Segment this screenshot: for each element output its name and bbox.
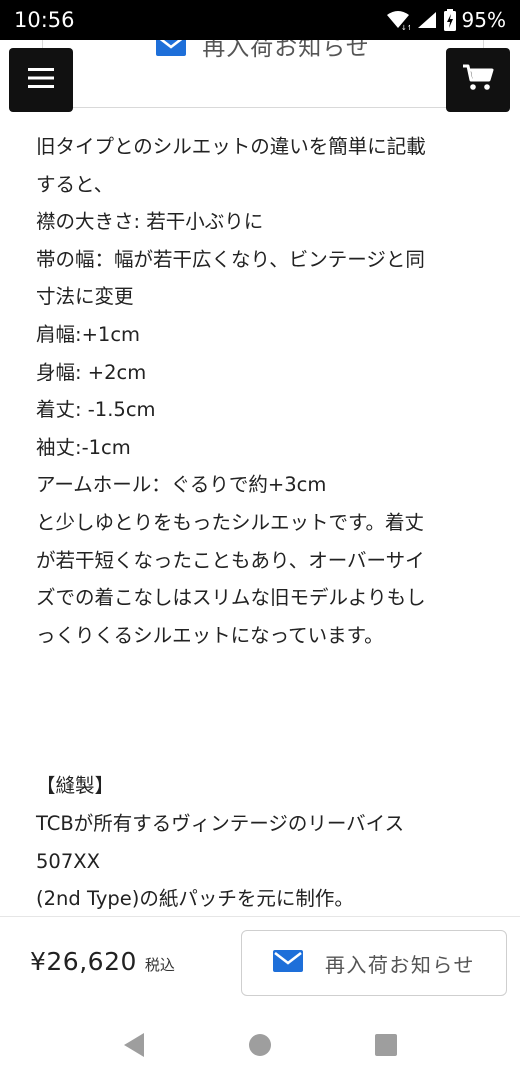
svg-text:↓↑: ↓↑ xyxy=(401,24,410,30)
description-line: アームホール：ぐるりで約+3cm xyxy=(36,473,327,497)
home-icon[interactable] xyxy=(245,1030,275,1060)
description-line: ズでの着こなしはスリムな旧モデルよりもし xyxy=(36,586,426,610)
description-line: 着丈: -1.5cm xyxy=(36,398,156,422)
description-line: すると、 xyxy=(36,172,114,196)
cellular-signal-icon xyxy=(416,10,438,30)
sewing-line: TCBが所有するヴィンテージのリーバイス xyxy=(36,811,405,835)
description-line: と少しゆとりをもったシルエットです。着丈 xyxy=(36,510,425,534)
description-line: 帯の幅：幅が若干広くなり、ビンテージと同 xyxy=(36,247,425,271)
cart-button[interactable] xyxy=(446,48,510,112)
shopping-cart-icon xyxy=(462,64,494,96)
bottom-bar-divider xyxy=(0,916,520,917)
status-bar: 10:56 ↓↑ 95% xyxy=(0,0,520,40)
description-line: 襟の大きさ: 若干小ぶりに xyxy=(36,210,264,234)
description-line: 肩幅:+1cm xyxy=(36,322,141,346)
price-display: ¥26,620 税込 xyxy=(30,947,175,976)
price-amount: ¥26,620 xyxy=(30,947,137,976)
description-line: 寸法に変更 xyxy=(36,285,134,309)
wifi-icon: ↓↑ xyxy=(386,10,410,30)
recents-icon[interactable] xyxy=(371,1030,401,1060)
restock-notify-label: 再入荷お知らせ xyxy=(202,40,370,61)
description-line: っくりくるシルエットになっています。 xyxy=(36,623,384,647)
description-line: 袖丈:-1cm xyxy=(36,435,131,459)
description-line: が若干短くなったこともあり、オーバーサイ xyxy=(36,548,425,572)
sewing-heading: 【縫製】 xyxy=(36,774,115,798)
restock-notify-button[interactable]: 再入荷お知らせ xyxy=(241,930,507,996)
product-description: 旧タイプとのシルエットの違いを簡単に記載 すると、 襟の大きさ: 若干小ぶりに … xyxy=(36,128,486,918)
status-icons: ↓↑ 95% xyxy=(386,8,506,32)
back-icon[interactable] xyxy=(119,1030,149,1060)
restock-notify-label: 再入荷お知らせ xyxy=(324,952,476,977)
mail-icon xyxy=(156,40,187,60)
mail-icon xyxy=(272,950,303,976)
battery-charging-icon xyxy=(443,9,456,31)
sewing-line: (2nd Type)の紙パッチを元に制作。 xyxy=(36,887,354,911)
status-time: 10:56 xyxy=(14,8,75,32)
restock-notify-button-top[interactable]: 再入荷お知らせ xyxy=(42,40,484,108)
description-line: 旧タイプとのシルエットの違いを簡単に記載 xyxy=(36,135,426,158)
system-nav-bar xyxy=(0,1010,520,1080)
battery-level: 95% xyxy=(461,8,506,32)
hamburger-menu-icon xyxy=(28,68,54,92)
menu-button[interactable] xyxy=(9,48,73,112)
tax-label: 税込 xyxy=(144,956,175,974)
sewing-line: 507XX xyxy=(36,849,100,873)
description-line: 身幅: +2cm xyxy=(36,360,147,384)
